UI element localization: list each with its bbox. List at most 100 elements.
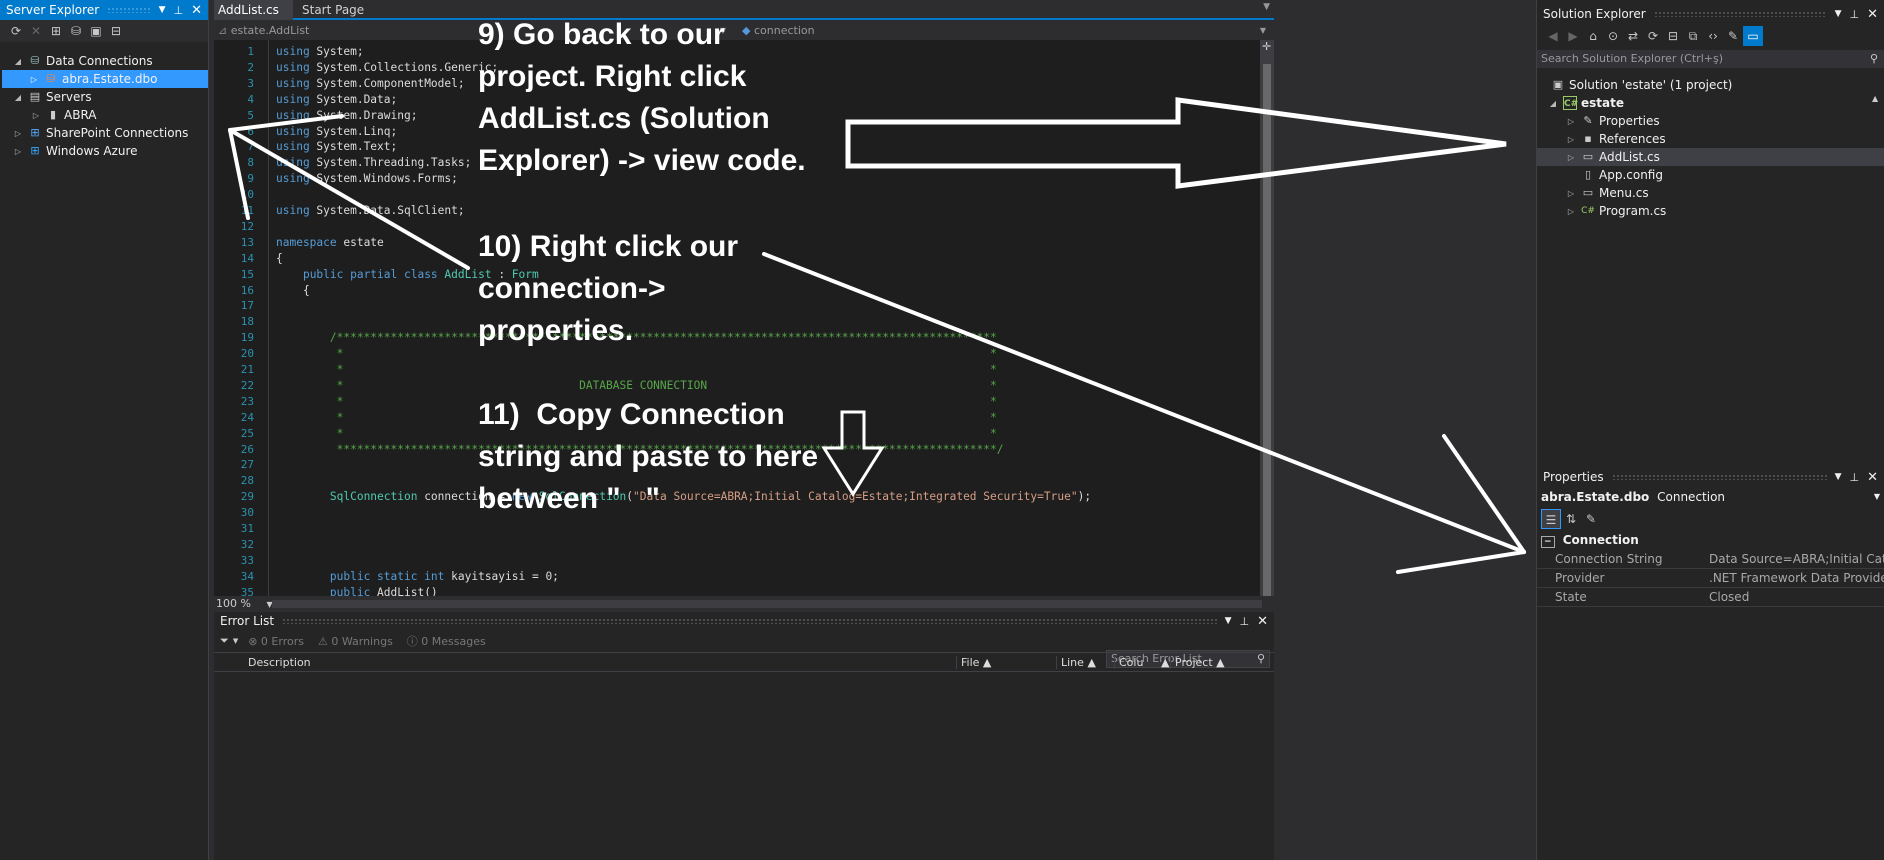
connect-sharepoint-icon[interactable]: ⊟ [106, 21, 126, 41]
tab-start-page[interactable]: Start Page [296, 0, 370, 20]
preview-icon[interactable]: ▭ [1743, 26, 1763, 46]
code-line[interactable]: * DATABASE CONNECTION * [276, 378, 997, 394]
column-header-line[interactable]: Line ▲ [1056, 656, 1096, 669]
solution-search-input[interactable]: Search Solution Explorer (Ctrl+ş) ⚲ [1537, 50, 1884, 68]
property-row-connection-string[interactable]: Connection String Data Source=ABRA;Initi… [1537, 550, 1884, 569]
sync-icon[interactable]: ⇄ [1623, 26, 1643, 46]
connect-server-icon[interactable]: ▣ [86, 21, 106, 41]
tree-item-addlist[interactable]: ▷ ▭ AddList.cs [1537, 148, 1884, 166]
tree-item-data-connections[interactable]: ◢ ⛁ Data Connections [12, 52, 208, 70]
column-header-file[interactable]: File ▲ [956, 656, 991, 669]
code-line[interactable]: using System.ComponentModel; [276, 76, 465, 92]
tree-item-abra[interactable]: ▷ ▮ ABRA [30, 106, 208, 124]
category-header[interactable]: − Connection [1537, 531, 1884, 550]
tree-item-program[interactable]: ▷ C# Program.cs [1565, 202, 1666, 220]
show-all-files-icon[interactable]: ⧉ [1683, 26, 1703, 46]
pin-icon[interactable]: ⊥ [174, 4, 184, 17]
expand-icon[interactable]: ◢ [12, 57, 24, 66]
refresh-icon[interactable]: ⟳ [1643, 26, 1663, 46]
collapse-icon[interactable]: ▷ [1565, 117, 1577, 126]
collapse-category-icon[interactable]: − [1541, 536, 1555, 548]
view-code-icon[interactable]: ‹› [1703, 26, 1723, 46]
code-line[interactable]: using System.Windows.Forms; [276, 171, 458, 187]
pin-icon[interactable]: ⊥ [1850, 471, 1860, 484]
property-row-provider[interactable]: Provider .NET Framework Data Provider fo [1537, 569, 1884, 588]
code-line[interactable]: using System.Data; [276, 92, 397, 108]
collapse-icon[interactable]: ▷ [12, 129, 24, 138]
property-pages-icon[interactable]: ✎ [1581, 509, 1601, 529]
horizontal-scrollbar[interactable] [272, 600, 1262, 608]
stop-icon[interactable]: ✕ [26, 21, 46, 41]
tree-item-project[interactable]: ◢ C# estate [1547, 94, 1624, 112]
zoom-dropdown[interactable]: 100 % ▼ [216, 597, 273, 610]
close-icon[interactable]: ✕ [1867, 470, 1878, 485]
collapse-icon[interactable]: ▷ [1565, 207, 1577, 216]
connect-database-icon[interactable]: ⛁ [66, 21, 86, 41]
scroll-up-icon[interactable]: ▲ [1872, 94, 1878, 103]
dropdown-icon[interactable]: ▼ [1835, 472, 1842, 482]
code-line[interactable]: { [276, 251, 283, 267]
refresh-icon[interactable]: ⟳ [6, 21, 26, 41]
collapse-icon[interactable]: ▷ [30, 111, 42, 120]
collapse-icon[interactable]: ▷ [12, 147, 24, 156]
member-dropdown[interactable]: ◆ connection ▼ [738, 22, 1270, 40]
tree-item-connection-selected[interactable]: ▷ ⛁ abra.Estate.dbo [2, 70, 208, 88]
code-line[interactable]: public static int kayitsayisi = 0; [276, 569, 559, 585]
column-header-project[interactable]: Project ▲ [1170, 656, 1225, 669]
solution-explorer-titlebar[interactable]: Solution Explorer ▼ ⊥ ✕ [1537, 4, 1884, 24]
tree-item-windows-azure[interactable]: ▷ ⊞ Windows Azure [12, 142, 208, 160]
code-line[interactable]: { [276, 283, 310, 299]
back-icon[interactable]: ◀ [1543, 26, 1563, 46]
collapse-icon[interactable]: ▷ [1565, 189, 1577, 198]
search-icon[interactable]: ⚲ [1870, 50, 1878, 68]
tree-item-menu[interactable]: ▷ ▭ Menu.cs [1565, 184, 1649, 202]
collapse-icon[interactable]: ▷ [1565, 135, 1577, 144]
collapse-icon[interactable]: ▷ [1565, 153, 1577, 162]
tab-overflow-icon[interactable]: ▼ [1263, 2, 1270, 12]
error-list-titlebar[interactable]: Error List ▼ ⊥ ✕ [214, 612, 1274, 630]
column-header-description[interactable]: Description [248, 656, 311, 669]
filter-icon[interactable]: ⏷ [220, 634, 229, 648]
properties-icon[interactable]: ✎ [1723, 26, 1743, 46]
filter-icon[interactable]: ⊞ [46, 21, 66, 41]
code-line[interactable]: using System.Data.SqlClient; [276, 203, 465, 219]
dropdown-icon[interactable]: ▼ [159, 5, 166, 15]
warnings-toggle[interactable]: ⚠ 0 Warnings [318, 635, 393, 648]
errors-toggle[interactable]: ⊗ 0 Errors [248, 635, 304, 648]
code-line[interactable]: using System.Drawing; [276, 108, 417, 124]
forward-icon[interactable]: ▶ [1563, 26, 1583, 46]
tree-item-sharepoint[interactable]: ▷ ⊞ SharePoint Connections [12, 124, 208, 142]
alphabetical-icon[interactable]: ⇅ [1561, 509, 1581, 529]
home-icon[interactable]: ⌂ [1583, 26, 1603, 46]
code-line[interactable]: using System.Collections.Generic; [276, 60, 498, 76]
pin-icon[interactable]: ⊥ [1850, 8, 1860, 21]
split-icon[interactable]: ✛ [1262, 40, 1271, 53]
property-row-state[interactable]: State Closed [1537, 588, 1884, 607]
history-icon[interactable]: ⊙ [1603, 26, 1623, 46]
code-line[interactable]: using System.Linq; [276, 124, 397, 140]
dropdown-icon[interactable]: ▼ [1225, 616, 1232, 626]
chevron-down-icon[interactable]: ▼ [233, 637, 238, 645]
tree-item-properties[interactable]: ▷ ✎ Properties [1565, 112, 1660, 130]
pin-icon[interactable]: ⊥ [1240, 615, 1250, 628]
dropdown-icon[interactable]: ▼ [1835, 9, 1842, 19]
tree-item-servers[interactable]: ◢ ▤ Servers [12, 88, 208, 106]
column-header-column[interactable]: Colu ▲ [1114, 656, 1169, 669]
editor-vertical-scrollbar[interactable]: ✛ [1260, 40, 1274, 604]
categorized-icon[interactable]: ☰ [1541, 509, 1561, 529]
collapse-all-icon[interactable]: ⊟ [1663, 26, 1683, 46]
close-icon[interactable]: ✕ [1257, 614, 1268, 629]
tree-item-app-config[interactable]: ▯ App.config [1577, 166, 1663, 184]
code-line[interactable]: namespace estate [276, 235, 384, 251]
collapse-icon[interactable]: ▷ [28, 75, 40, 84]
scroll-thumb[interactable] [1263, 64, 1271, 604]
properties-object-selector[interactable]: abra.Estate.dbo Connection ▼ [1537, 487, 1884, 507]
code-line[interactable]: using System.Threading.Tasks; [276, 155, 471, 171]
close-icon[interactable]: ✕ [191, 3, 202, 18]
expand-icon[interactable]: ◢ [1547, 99, 1559, 108]
code-line[interactable]: * * [276, 362, 997, 378]
properties-titlebar[interactable]: Properties ▼ ⊥ ✕ [1537, 467, 1884, 487]
messages-toggle[interactable]: ⓘ 0 Messages [407, 633, 486, 649]
tab-addlist[interactable]: AddList.cs ⊿ [214, 0, 293, 37]
tree-item-solution[interactable]: ▣ Solution 'estate' (1 project) [1547, 76, 1733, 94]
